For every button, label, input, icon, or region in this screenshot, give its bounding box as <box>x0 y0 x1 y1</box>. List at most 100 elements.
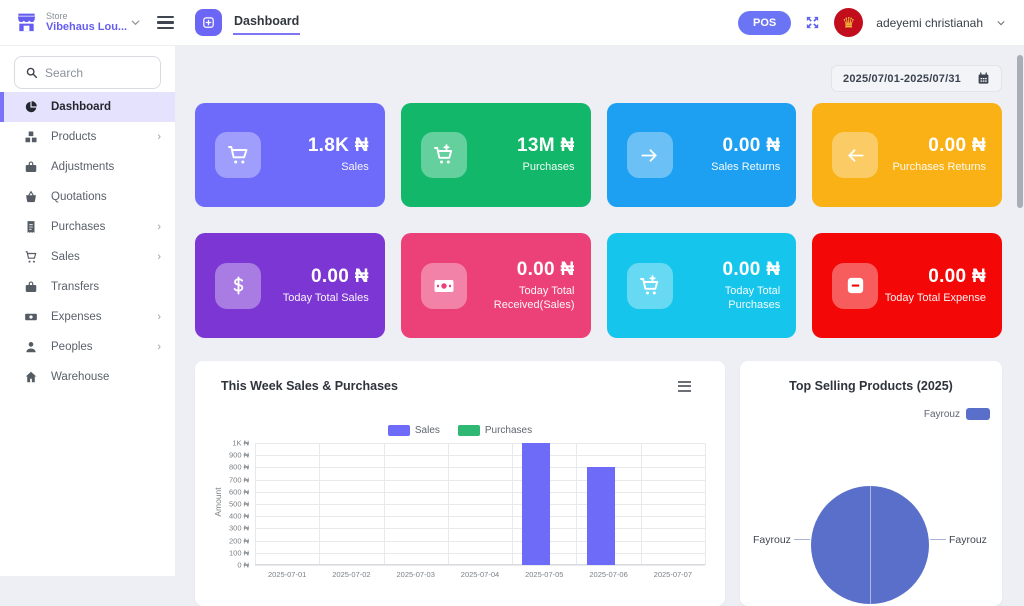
chevron-right-icon: › <box>157 222 161 233</box>
legend-sales[interactable]: Sales <box>388 425 440 436</box>
sidebar-item-peoples[interactable]: Peoples › <box>0 332 175 362</box>
pie-chart <box>811 486 929 604</box>
sidebar-item-label: Peoples <box>51 341 93 353</box>
chevron-right-icon: › <box>157 342 161 353</box>
cart-icon <box>215 132 261 178</box>
y-tick: 400 ₦ <box>207 512 249 521</box>
stat-cards-row-2: 0.00 ₦Today Total Sales0.00 ₦Today Total… <box>195 233 1002 338</box>
stat-cards-row-1: 1.8K ₦Sales13M ₦Purchases0.00 ₦Sales Ret… <box>195 103 1002 207</box>
chart-legend: Sales Purchases <box>195 425 725 436</box>
y-tick: 1K ₦ <box>207 439 249 448</box>
store-label: Store <box>46 11 118 21</box>
stat-label: Today Total Purchases <box>673 284 781 313</box>
y-tick: 100 ₦ <box>207 548 249 557</box>
cart-plus-icon <box>627 263 673 309</box>
header-actions: POS ♛ adeyemi christianah <box>738 8 1024 37</box>
receipt-icon <box>24 220 38 234</box>
chevron-right-icon: › <box>157 312 161 323</box>
sidebar-item-adjustments[interactable]: Adjustments <box>0 152 175 182</box>
x-tick: 2025-07-02 <box>319 570 383 579</box>
cart-icon <box>24 250 38 264</box>
pie-slice-label: Fayrouz <box>753 534 791 546</box>
stat-card: 0.00 ₦Today Total Received(Sales) <box>401 233 591 338</box>
sidebar-item-dashboard[interactable]: Dashboard <box>0 92 175 122</box>
store-switcher[interactable]: Store Vibehaus Lou... <box>0 11 176 34</box>
tab-dashboard[interactable]: Dashboard <box>195 9 300 36</box>
sidebar-item-label: Dashboard <box>51 101 111 113</box>
y-tick: 0 ₦ <box>207 561 249 570</box>
stat-value: 0.00 ₦ <box>711 135 780 157</box>
pie-chart-title: Top Selling Products (2025) <box>740 361 1002 393</box>
chevron-down-icon[interactable] <box>996 18 1006 28</box>
bar-sales-2025-07-05 <box>522 443 550 565</box>
stat-label: Purchases <box>517 160 574 174</box>
search-icon <box>25 66 38 79</box>
arrow-right-icon <box>627 132 673 178</box>
y-tick: 600 ₦ <box>207 487 249 496</box>
sidebar-menu: DashboardProducts›AdjustmentsQuotationsP… <box>0 92 175 392</box>
stat-value: 1.8K ₦ <box>308 135 369 157</box>
stat-value: 0.00 ₦ <box>283 266 369 288</box>
fullscreen-icon[interactable] <box>804 14 821 31</box>
y-tick: 700 ₦ <box>207 475 249 484</box>
sidebar-item-transfers[interactable]: Transfers <box>0 272 175 302</box>
chevron-right-icon: › <box>157 252 161 263</box>
arrow-left-icon <box>832 132 878 178</box>
pie-legend[interactable]: Fayrouz <box>924 408 990 420</box>
user-icon <box>24 340 38 354</box>
chart-menu-icon[interactable] <box>676 379 693 394</box>
sidebar-item-quotations[interactable]: Quotations <box>0 182 175 212</box>
stat-label: Today Total Sales <box>283 291 369 305</box>
user-menu[interactable]: adeyemi christianah <box>876 16 983 30</box>
pos-button[interactable]: POS <box>738 11 791 35</box>
legend-purchases[interactable]: Purchases <box>458 425 532 436</box>
user-avatar[interactable]: ♛ <box>834 8 863 37</box>
y-tick: 300 ₦ <box>207 524 249 533</box>
sidebar-item-warehouse[interactable]: Warehouse <box>0 362 175 392</box>
sidebar-toggle-icon[interactable] <box>157 16 174 29</box>
y-tick: 800 ₦ <box>207 463 249 472</box>
sidebar-item-label: Expenses <box>51 311 102 323</box>
stat-card: 1.8K ₦ Sales <box>195 103 385 207</box>
storefront-icon <box>15 11 38 34</box>
sidebar-item-label: Sales <box>51 251 80 263</box>
stat-label: Sales <box>308 160 369 174</box>
sidebar-item-expenses[interactable]: Expenses › <box>0 302 175 332</box>
filter-row: 2025/07/01-2025/07/31 <box>831 65 1002 92</box>
stat-label: Today Total Received(Sales) <box>467 284 575 313</box>
legend-swatch <box>458 425 480 436</box>
basket-icon <box>24 190 38 204</box>
sidebar-item-label: Warehouse <box>51 371 109 383</box>
stat-card: 0.00 ₦ Today Total Sales <box>195 233 385 338</box>
user-box-icon <box>24 280 38 294</box>
x-tick: 2025-07-06 <box>576 570 640 579</box>
stat-label: Sales Returns <box>711 160 780 174</box>
x-tick: 2025-07-01 <box>255 570 319 579</box>
x-tick: 2025-07-03 <box>384 570 448 579</box>
main-content: 2025/07/01-2025/07/31 1.8K ₦Sales13M ₦Pu… <box>176 46 1024 576</box>
bar-sales-2025-07-06 <box>587 467 615 565</box>
sidebar-item-label: Purchases <box>51 221 105 233</box>
stat-card: 0.00 ₦ Sales Returns <box>607 103 797 207</box>
stat-card: 0.00 ₦ Today Total Purchases <box>607 233 797 338</box>
pie-slice-label: Fayrouz <box>949 534 987 546</box>
search-input[interactable] <box>45 66 150 80</box>
chevron-right-icon: › <box>157 132 161 143</box>
sidebar-item-products[interactable]: Products› <box>0 122 175 152</box>
x-tick: 2025-07-05 <box>512 570 576 579</box>
sidebar-item-purchases[interactable]: Purchases › <box>0 212 175 242</box>
pie-legend-label: Fayrouz <box>924 409 960 420</box>
dashboard-tab-icon <box>195 9 222 36</box>
vertical-scrollbar[interactable] <box>1017 55 1023 208</box>
chevron-down-icon[interactable] <box>130 17 141 28</box>
date-range-picker[interactable]: 2025/07/01-2025/07/31 <box>831 65 1002 92</box>
x-tick: 2025-07-07 <box>641 570 705 579</box>
banknote-icon <box>24 310 38 324</box>
y-tick: 500 ₦ <box>207 500 249 509</box>
date-range-value: 2025/07/01-2025/07/31 <box>843 73 961 85</box>
stat-value: 0.00 ₦ <box>673 259 781 281</box>
minus-square-icon <box>832 263 878 309</box>
calendar-icon <box>977 72 990 85</box>
sidebar-item-sales[interactable]: Sales › <box>0 242 175 272</box>
sidebar-search[interactable] <box>14 56 161 89</box>
